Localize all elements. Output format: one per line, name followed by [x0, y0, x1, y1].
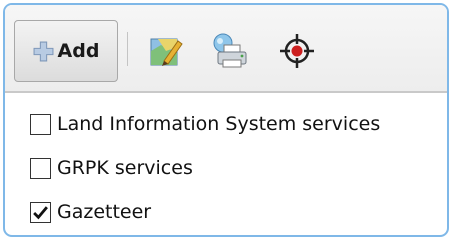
layer-checkbox[interactable]: [30, 201, 51, 223]
layer-item-land-information-system[interactable]: Land Information System services: [30, 109, 380, 139]
plus-icon: [33, 41, 54, 61]
check-mark-icon: [33, 205, 48, 219]
layer-label: Land Information System services: [57, 113, 381, 135]
layer-item-gazetteer[interactable]: Gazetteer: [30, 197, 380, 227]
toolbar-separator: [127, 32, 128, 66]
print-icon[interactable]: [210, 31, 250, 71]
crosshair-icon[interactable]: [277, 31, 317, 71]
layer-checkbox[interactable]: [30, 157, 51, 179]
add-button[interactable]: Add: [14, 20, 118, 82]
layer-label: Gazetteer: [57, 201, 152, 223]
layers-panel: Add Land Information System services GRP…: [3, 3, 449, 237]
layer-item-grpk[interactable]: GRPK services: [30, 153, 380, 183]
layer-checkbox[interactable]: [30, 113, 51, 135]
toolbar: Add: [5, 5, 447, 93]
map-edit-icon[interactable]: [146, 31, 186, 71]
add-button-label: Add: [57, 40, 100, 62]
layer-list: Land Information System services GRPK se…: [30, 109, 380, 235]
layer-label: GRPK services: [57, 157, 193, 179]
